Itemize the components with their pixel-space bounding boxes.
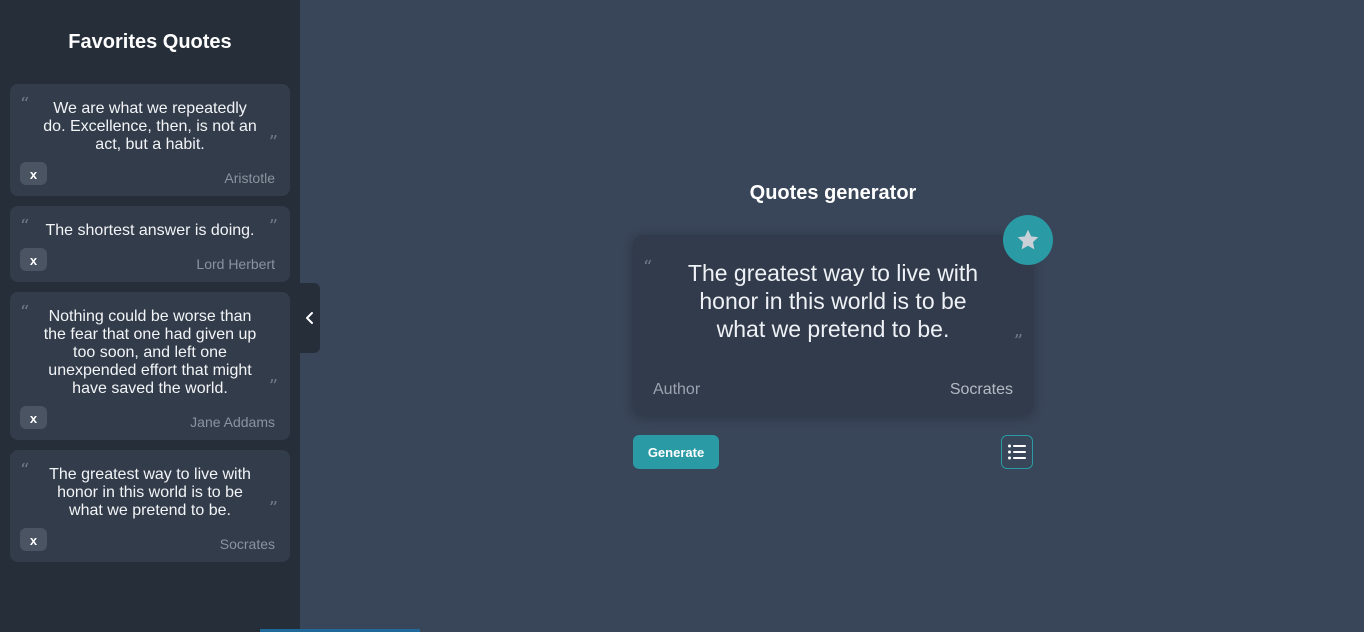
add-favorite-button[interactable] (1003, 215, 1053, 265)
remove-favorite-button[interactable]: x (20, 248, 47, 271)
list-icon (1008, 444, 1026, 460)
open-quote-icon: “ (20, 216, 30, 237)
remove-favorite-button[interactable]: x (20, 406, 47, 429)
close-quote-icon: ” (268, 132, 278, 153)
favorite-quote-text: Nothing could be worse than the fear tha… (43, 308, 257, 397)
toggle-favorites-list-button[interactable] (1001, 435, 1033, 469)
open-quote-icon: “ (20, 460, 30, 481)
favorites-sidebar: Favorites Quotes “ We are what we repeat… (0, 0, 300, 632)
star-icon (1017, 229, 1039, 250)
favorite-quote-text: The shortest answer is doing. (45, 222, 255, 239)
close-quote-icon: ” (268, 376, 278, 397)
collapse-sidebar-button[interactable] (300, 283, 320, 353)
close-quote-icon: ” (1013, 331, 1023, 352)
open-quote-icon: “ (20, 302, 30, 323)
remove-favorite-button[interactable]: x (20, 528, 47, 551)
close-quote-icon: ” (268, 498, 278, 519)
favorite-quote-author: Aristotle (224, 170, 275, 186)
favorite-quote-text: The greatest way to live with honor in t… (49, 466, 251, 519)
favorite-quote-card: “ The shortest answer is doing. ” x Lord… (10, 206, 290, 282)
favorite-quote-text: We are what we repeatedly do. Excellence… (43, 100, 257, 153)
author-name: Socrates (949, 381, 1013, 398)
author-label: Author (653, 381, 701, 398)
favorite-quote-card: “ The greatest way to live with honor in… (10, 450, 290, 562)
remove-favorite-button[interactable]: x (20, 162, 47, 185)
favorite-quote-author: Lord Herbert (196, 256, 275, 272)
page-title: Quotes generator (749, 182, 917, 204)
favorite-quote-author: Jane Addams (190, 414, 275, 430)
favorite-quote-author: Socrates (219, 536, 275, 552)
close-quote-icon: ” (268, 216, 278, 237)
quote-text: The greatest way to live with honor in t… (687, 260, 979, 342)
generate-button[interactable]: Generate (633, 435, 719, 469)
favorite-quote-card: “ Nothing could be worse than the fear t… (10, 292, 290, 440)
quote-card: “ The greatest way to live with honor in… (633, 235, 1033, 415)
chevron-left-icon (306, 312, 313, 324)
favorite-quote-card: “ We are what we repeatedly do. Excellen… (10, 84, 290, 196)
sidebar-title: Favorites Quotes (68, 31, 232, 53)
open-quote-icon: “ (643, 257, 653, 278)
open-quote-icon: “ (20, 94, 30, 115)
